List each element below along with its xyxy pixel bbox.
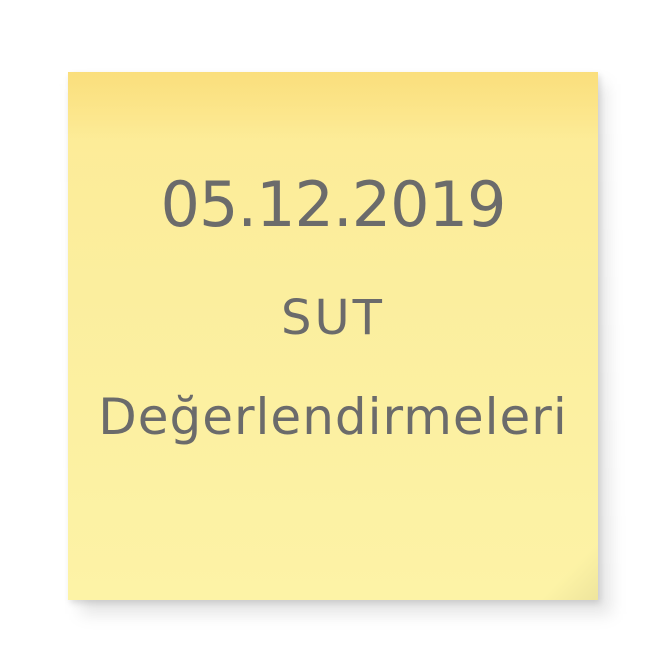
sticky-note-curl [528, 540, 598, 600]
note-subtitle: Değerlendirmeleri [98, 388, 568, 446]
note-title: SUT [281, 290, 385, 346]
sticky-note-adhesive-strip [68, 72, 598, 142]
canvas: 05.12.2019 SUT Değerlendirmeleri [0, 0, 669, 669]
sticky-note: 05.12.2019 SUT Değerlendirmeleri [68, 72, 598, 600]
note-date: 05.12.2019 [160, 168, 507, 241]
